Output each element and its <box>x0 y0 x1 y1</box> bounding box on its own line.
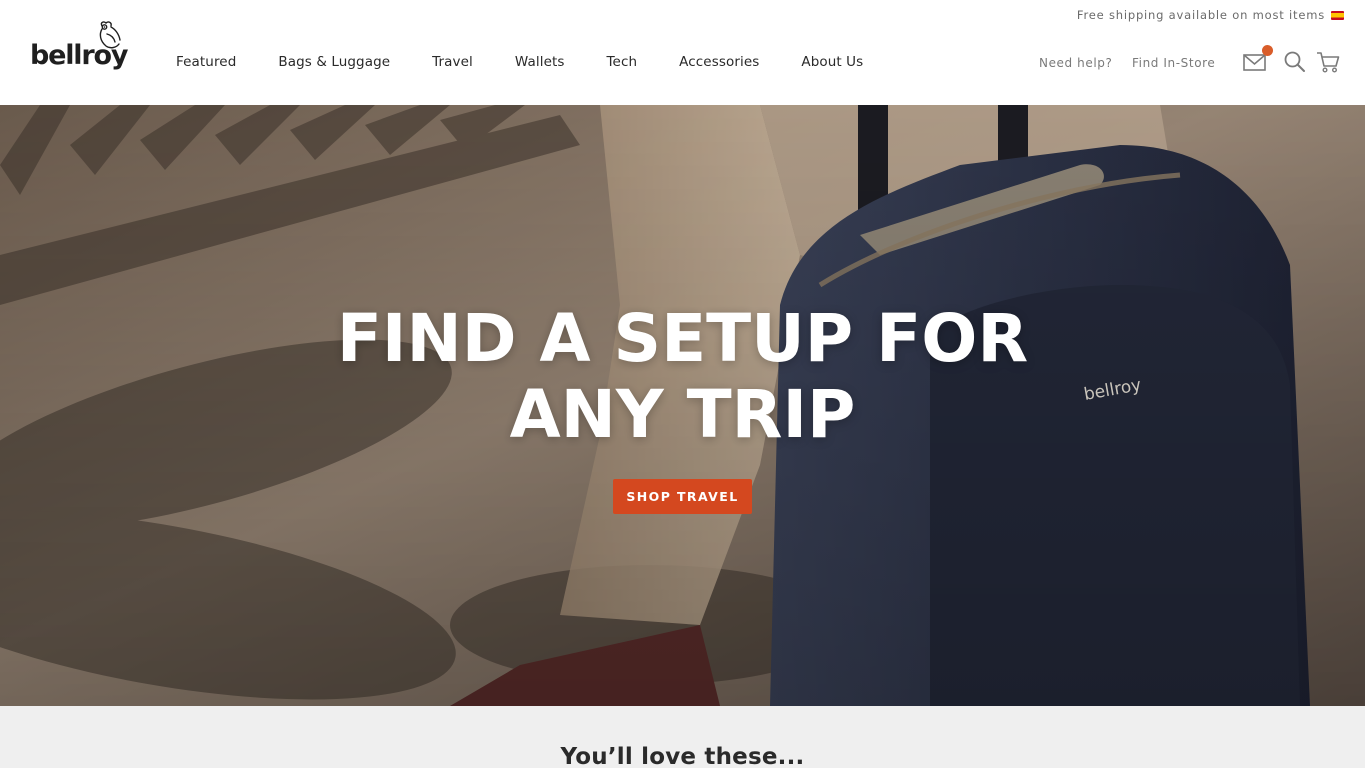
recommendations-section: You’ll love these... <box>0 706 1365 768</box>
nav-tech[interactable]: Tech <box>607 54 638 70</box>
section-title: You’ll love these... <box>560 744 805 768</box>
notification-badge <box>1262 45 1273 56</box>
hero-banner: bellroy FIND A SETUP FOR ANY TRIP SHOP T… <box>0 105 1365 706</box>
find-in-store-link[interactable]: Find In-Store <box>1132 56 1215 70</box>
hero-headline: FIND A SETUP FOR ANY TRIP <box>0 301 1365 453</box>
nav-travel[interactable]: Travel <box>432 54 473 70</box>
nav-about-us[interactable]: About Us <box>801 54 863 70</box>
bellroy-logo[interactable]: bellroy <box>30 20 128 80</box>
owl-icon <box>99 21 121 49</box>
shipping-promo-text: Free shipping available on most items <box>1076 8 1325 22</box>
site-header: Free shipping available on most items be… <box>0 0 1365 105</box>
cart-icon[interactable] <box>1315 49 1341 75</box>
nav-accessories[interactable]: Accessories <box>679 54 759 70</box>
search-icon[interactable] <box>1282 49 1308 75</box>
need-help-link[interactable]: Need help? <box>1039 56 1112 70</box>
nav-featured[interactable]: Featured <box>176 54 236 70</box>
spain-flag-icon <box>1331 10 1344 20</box>
main-nav: Featured Bags & Luggage Travel Wallets T… <box>176 54 905 70</box>
hero-headline-line1: FIND A SETUP FOR <box>336 300 1029 377</box>
nav-wallets[interactable]: Wallets <box>515 54 565 70</box>
shop-travel-button[interactable]: SHOP TRAVEL <box>613 479 752 514</box>
hero-headline-line2: ANY TRIP <box>509 376 856 453</box>
nav-bags-luggage[interactable]: Bags & Luggage <box>278 54 390 70</box>
shipping-promo: Free shipping available on most items <box>1077 8 1344 22</box>
